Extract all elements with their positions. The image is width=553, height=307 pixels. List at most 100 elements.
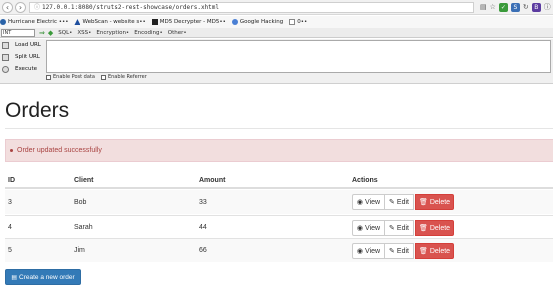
load-url-button[interactable]: Load URL: [0, 39, 45, 51]
delete-button[interactable]: 🗑 Delete: [415, 220, 454, 236]
reader-icon[interactable]: ▤: [480, 3, 487, 12]
split-url-icon: [2, 53, 9, 61]
table-row: 3 Bob 33 ◉ View ✎ Edit 🗑 Delete: [5, 190, 553, 214]
bookmark-label: 0••: [297, 19, 308, 25]
cell-amount: 33: [199, 198, 207, 206]
bookmark-webscan[interactable]: WebScan - website s••: [74, 19, 146, 25]
divider: [5, 128, 553, 129]
hackbar-options: Enable Post data Enable Referrer: [46, 74, 153, 80]
checkbox-icon: [46, 74, 51, 80]
forward-icon[interactable]: ›: [15, 1, 26, 13]
orders-table: ID Client Amount Actions 3 Bob 33 ◉ View …: [5, 173, 553, 273]
menu-sql[interactable]: SQL•: [58, 30, 72, 36]
delete-label: Delete: [429, 224, 451, 232]
cell-amount: 44: [199, 224, 207, 231]
edit-label: Edit: [396, 198, 409, 206]
bookmark-label: MD5 Decrypter - MD5••: [159, 19, 226, 25]
bookmark-other[interactable]: 0••: [289, 19, 307, 25]
enable-referrer-checkbox[interactable]: Enable Referrer: [100, 74, 147, 80]
header-id: ID: [8, 176, 15, 184]
hackbar-toolbar: INT ⇒ ◆ SQL• XSS• Encryption• Encoding• …: [0, 28, 553, 38]
shield-icon: [74, 19, 81, 25]
checkbox-icon: [100, 74, 106, 80]
info-circle-icon[interactable]: ⓘ: [544, 3, 551, 12]
menu-encoding[interactable]: Encoding•: [134, 30, 163, 36]
delete-button[interactable]: 🗑 Delete: [415, 243, 454, 259]
load-url-icon: [2, 41, 9, 49]
checkbox-label: Enable Post data: [53, 74, 95, 80]
view-button[interactable]: ◉ View: [352, 220, 385, 236]
header-amount: Amount: [199, 176, 226, 184]
cell-id: 4: [8, 224, 12, 231]
green-dot-icon[interactable]: ◆: [48, 29, 53, 37]
edit-button[interactable]: ✎ Edit: [385, 220, 414, 236]
cell-client: Sarah: [74, 224, 93, 231]
cell-id: 3: [8, 198, 12, 206]
cell-amount: 66: [199, 247, 207, 254]
execute-icon: [2, 65, 9, 73]
view-label: View: [365, 198, 381, 206]
edit-icon: ✎: [389, 198, 395, 206]
browser-toolbar: ‹ › ⓘ 127.0.0.1:8080/struts2-rest-showca…: [0, 0, 553, 15]
edit-icon: ✎: [389, 247, 395, 255]
action-label: Execute: [15, 66, 37, 72]
table-row: 5 Jim 66 ◉ View ✎ Edit 🗑 Delete: [5, 238, 553, 262]
action-label: Split URL: [15, 54, 40, 60]
bookmark-google[interactable]: Google Hacking: [231, 19, 284, 25]
success-alert: Order updated successfully: [5, 139, 553, 162]
hackbar-type-select[interactable]: INT: [1, 28, 35, 37]
extension-b-icon[interactable]: B: [531, 2, 541, 12]
extension-s-icon[interactable]: S: [510, 2, 520, 12]
google-icon: [231, 19, 238, 25]
back-icon[interactable]: ‹: [2, 1, 13, 13]
bookmark-label: Google Hacking: [239, 19, 284, 25]
view-button[interactable]: ◉ View: [352, 194, 385, 210]
menu-other[interactable]: Other•: [168, 30, 187, 36]
cell-client: Bob: [74, 198, 87, 206]
reload-icon[interactable]: ↻: [523, 3, 529, 12]
cell-id: 5: [8, 247, 12, 254]
address-bar[interactable]: ⓘ 127.0.0.1:8080/struts2-rest-showcase/o…: [29, 1, 474, 13]
document-icon: ▤: [11, 273, 18, 281]
delete-label: Delete: [429, 247, 451, 255]
extension-shield-icon[interactable]: ✓: [498, 2, 508, 12]
split-url-button[interactable]: Split URL: [0, 51, 45, 63]
bookmark-hurricane[interactable]: Hurricane Electric •••: [0, 19, 68, 25]
view-label: View: [365, 224, 381, 232]
cell-client: Jim: [74, 247, 85, 254]
trash-icon: 🗑: [418, 198, 428, 206]
execute-button[interactable]: Execute: [0, 63, 45, 75]
header-actions: Actions: [352, 176, 378, 184]
edit-button[interactable]: ✎ Edit: [385, 243, 414, 259]
alert-message: Order updated successfully: [17, 147, 102, 154]
star-icon[interactable]: ☆: [490, 3, 496, 12]
md5-icon: [151, 19, 158, 25]
hackbar-url-textarea[interactable]: [46, 40, 551, 73]
bookmarks-bar: Hurricane Electric ••• WebScan - website…: [0, 16, 553, 28]
arrow-right-icon[interactable]: ⇒: [39, 29, 45, 37]
bookmark-md5[interactable]: MD5 Decrypter - MD5••: [151, 19, 226, 25]
globe-icon: [0, 19, 6, 25]
table-row: 4 Sarah 44 ◉ View ✎ Edit 🗑 Delete: [5, 215, 553, 239]
view-button[interactable]: ◉ View: [352, 243, 385, 259]
menu-xss[interactable]: XSS•: [77, 30, 91, 36]
enable-post-checkbox[interactable]: Enable Post data: [46, 74, 95, 80]
view-label: View: [365, 247, 381, 255]
delete-button[interactable]: 🗑 Delete: [415, 194, 454, 210]
edit-button[interactable]: ✎ Edit: [385, 194, 414, 210]
create-order-button[interactable]: ▤ Create a new order: [5, 269, 81, 285]
delete-label: Delete: [429, 198, 451, 206]
bullet-icon: [10, 149, 13, 152]
info-icon[interactable]: ⓘ: [34, 3, 40, 12]
edit-label: Edit: [396, 247, 409, 255]
edit-label: Edit: [396, 224, 409, 232]
create-label: Create a new order: [19, 273, 75, 281]
menu-encryption[interactable]: Encryption•: [96, 30, 129, 36]
action-label: Load URL: [15, 42, 41, 48]
page-title: Orders: [5, 99, 70, 122]
trash-icon: 🗑: [418, 224, 428, 232]
edit-icon: ✎: [389, 224, 395, 232]
bookmark-label: Hurricane Electric •••: [8, 19, 69, 25]
eye-icon: ◉: [356, 247, 364, 255]
toolbar-icons: ▤ ☆ ✓ S ↻ B ⓘ: [480, 2, 551, 12]
